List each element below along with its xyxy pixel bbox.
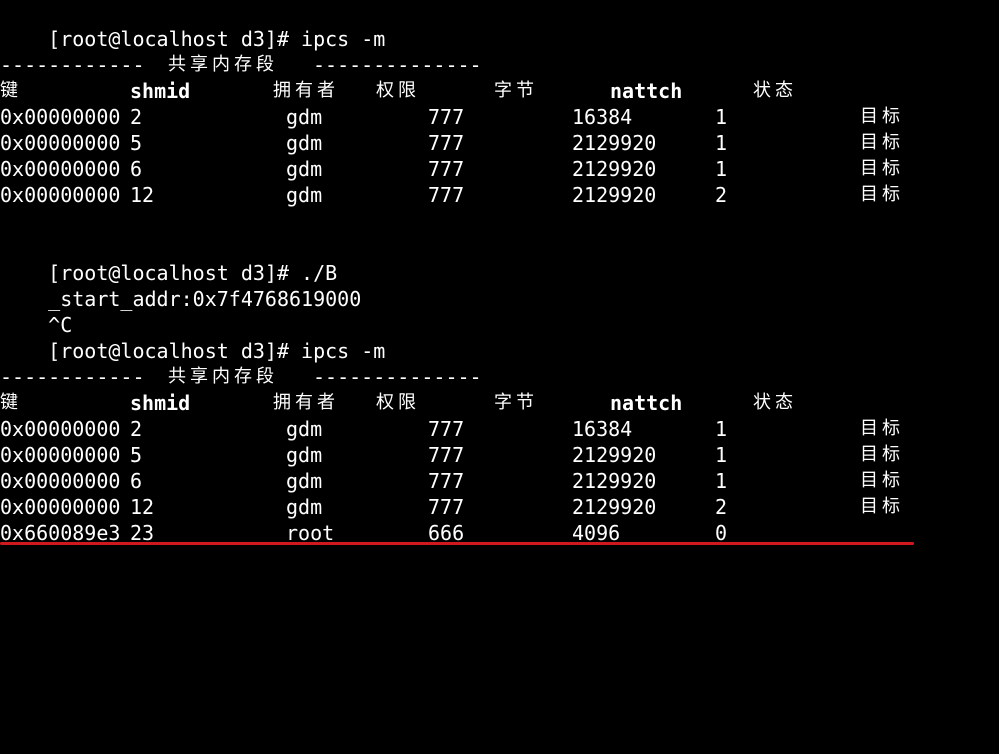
row-key: 0x00000000	[0, 443, 121, 467]
row-nattch: 1	[715, 469, 728, 493]
row-perms: 777	[428, 105, 465, 129]
row-owner: gdm	[286, 495, 323, 519]
header-nattch: nattch	[610, 79, 683, 103]
header-owner: 拥有者	[273, 392, 339, 413]
row-bytes: 2129920	[572, 157, 657, 181]
table-row: 0x00000000 12 gdm 777 2129920 2 目标	[0, 182, 900, 208]
table-header: 键 shmid 拥有者 权限 字节 nattch 状态	[0, 78, 793, 104]
row-nattch: 1	[715, 417, 728, 441]
row-bytes: 2129920	[572, 469, 657, 493]
row-bytes: 2129920	[572, 131, 657, 155]
header-bytes: 字节	[494, 80, 538, 101]
table-row: 0x00000000 5 gdm 777 2129920 1 目标	[0, 442, 900, 468]
row-shmid: 5	[130, 443, 143, 467]
shell-prompt-command: [root@localhost d3]# ipcs -m	[48, 27, 386, 51]
header-key: 键	[0, 392, 22, 413]
red-underline-annotation	[0, 542, 914, 545]
row-status: 目标	[860, 106, 904, 127]
row-shmid: 12	[130, 183, 155, 207]
command-line: [root@localhost d3]# ./B	[0, 234, 337, 285]
row-key: 0x00000000	[0, 417, 121, 441]
table-row: 0x00000000 12 gdm 777 2129920 2 目标	[0, 494, 900, 520]
header-owner: 拥有者	[273, 80, 339, 101]
separator-dashes-left: ------------	[0, 53, 145, 77]
row-bytes: 16384	[572, 417, 633, 441]
row-status: 目标	[860, 132, 904, 153]
row-status: 目标	[860, 444, 904, 465]
table-header: 键 shmid 拥有者 权限 字节 nattch 状态	[0, 390, 793, 416]
row-perms: 777	[428, 417, 465, 441]
row-nattch: 1	[715, 157, 728, 181]
row-status: 目标	[860, 418, 904, 439]
row-key: 0x00000000	[0, 183, 121, 207]
program-output: _start_addr:0x7f4768619000	[0, 260, 361, 311]
row-owner: gdm	[286, 105, 323, 129]
row-perms: 777	[428, 495, 465, 519]
header-perms: 权限	[376, 80, 420, 101]
header-perms: 权限	[376, 392, 420, 413]
separator-title: 共享内存段	[168, 366, 278, 387]
row-owner: gdm	[286, 443, 323, 467]
row-owner: gdm	[286, 417, 323, 441]
header-nattch: nattch	[610, 391, 683, 415]
row-shmid: 2	[130, 105, 143, 129]
terminal-window[interactable]: [root@localhost d3]# ipcs -m -----------…	[0, 0, 999, 559]
header-shmid: shmid	[130, 79, 191, 103]
header-status: 状态	[753, 392, 797, 413]
row-key: 0x00000000	[0, 495, 121, 519]
table-row: 0x00000000 6 gdm 777 2129920 1 目标	[0, 468, 900, 494]
row-status: 目标	[860, 496, 904, 517]
row-shmid: 6	[130, 469, 143, 493]
row-perms: 777	[428, 131, 465, 155]
row-owner: gdm	[286, 157, 323, 181]
row-perms: 777	[428, 157, 465, 181]
row-status: 目标	[860, 470, 904, 491]
row-bytes: 16384	[572, 105, 633, 129]
row-shmid: 5	[130, 131, 143, 155]
command-line: [root@localhost d3]# ipcs -m	[0, 0, 385, 51]
row-key: 0x00000000	[0, 469, 121, 493]
separator-dashes-right: --------------	[313, 365, 482, 389]
separator-title: 共享内存段	[168, 54, 278, 75]
section-separator: ------------ 共享内存段 --------------	[0, 52, 482, 78]
row-owner: gdm	[286, 469, 323, 493]
row-perms: 777	[428, 183, 465, 207]
interrupt-echo: ^C	[0, 286, 72, 337]
header-shmid: shmid	[130, 391, 191, 415]
table-row: 0x00000000 2 gdm 777 16384 1 目标	[0, 104, 900, 130]
row-nattch: 1	[715, 105, 728, 129]
row-shmid: 2	[130, 417, 143, 441]
row-bytes: 2129920	[572, 183, 657, 207]
start-addr-output: _start_addr:0x7f4768619000	[48, 287, 362, 311]
row-key: 0x00000000	[0, 105, 121, 129]
table-row: 0x00000000 6 gdm 777 2129920 1 目标	[0, 156, 900, 182]
command-line: [root@localhost d3]# ipcs -m	[0, 312, 385, 363]
row-nattch: 1	[715, 131, 728, 155]
row-perms: 777	[428, 469, 465, 493]
separator-dashes-left: ------------	[0, 365, 145, 389]
header-bytes: 字节	[494, 392, 538, 413]
row-nattch: 2	[715, 495, 728, 519]
row-shmid: 6	[130, 157, 143, 181]
header-key: 键	[0, 80, 22, 101]
row-shmid: 12	[130, 495, 155, 519]
table-row: 0x00000000 2 gdm 777 16384 1 目标	[0, 416, 900, 442]
row-nattch: 1	[715, 443, 728, 467]
row-status: 目标	[860, 158, 904, 179]
section-separator: ------------ 共享内存段 --------------	[0, 364, 482, 390]
row-owner: gdm	[286, 131, 323, 155]
row-bytes: 2129920	[572, 495, 657, 519]
row-perms: 777	[428, 443, 465, 467]
row-owner: gdm	[286, 183, 323, 207]
separator-dashes-right: --------------	[313, 53, 482, 77]
shell-prompt-command: [root@localhost d3]# ipcs -m	[48, 339, 386, 363]
row-key: 0x00000000	[0, 157, 121, 181]
row-bytes: 2129920	[572, 443, 657, 467]
table-row: 0x00000000 5 gdm 777 2129920 1 目标	[0, 130, 900, 156]
header-status: 状态	[753, 80, 797, 101]
row-status: 目标	[860, 184, 904, 205]
row-nattch: 2	[715, 183, 728, 207]
row-key: 0x00000000	[0, 131, 121, 155]
